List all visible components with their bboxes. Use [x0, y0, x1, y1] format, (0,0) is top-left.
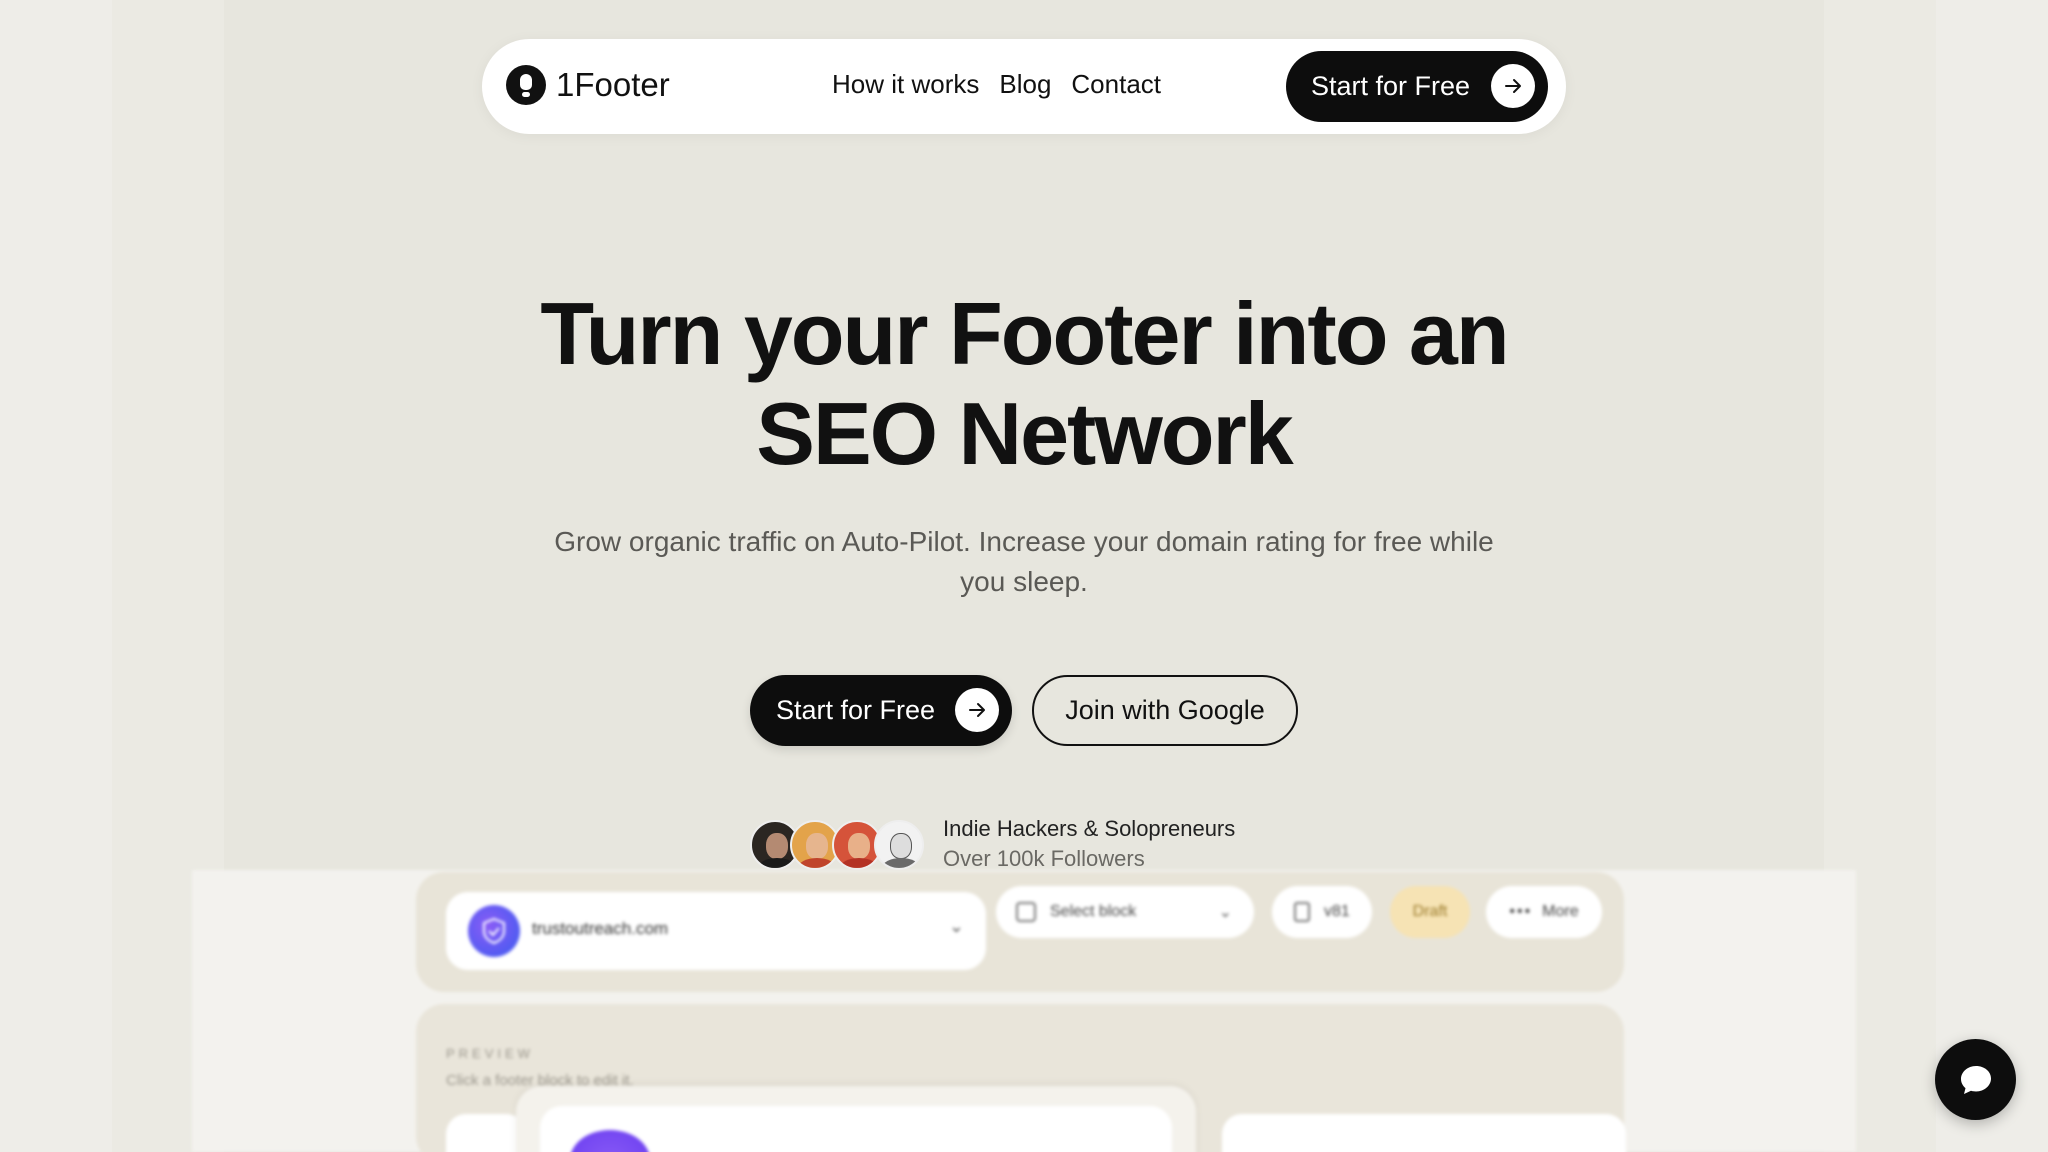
nav-start-free-button[interactable]: Start for Free: [1286, 51, 1548, 122]
hero-subtitle-line2: you sleep.: [960, 566, 1088, 597]
hero-subtitle: Grow organic traffic on Auto-Pilot. Incr…: [530, 522, 1518, 602]
nav-link-blog[interactable]: Blog: [999, 69, 1051, 100]
document-icon: [1294, 902, 1310, 922]
draft-label: Draft: [1412, 903, 1448, 920]
hero-title-line2: SEO Network: [756, 384, 1293, 483]
start-free-label: Start for Free: [776, 695, 936, 725]
version-button[interactable]: v81: [1272, 886, 1372, 938]
join-google-label: Join with Google: [1065, 695, 1265, 725]
arrow-right-icon: [955, 688, 999, 732]
site-name: trustoutreach.com: [532, 919, 669, 938]
app-preview: trustoutreach.com ⌄ Select block ⌄ v81 D…: [192, 870, 1856, 1152]
dots-icon: •••: [1509, 903, 1533, 920]
nav-link-contact[interactable]: Contact: [1071, 69, 1161, 100]
social-proof-title: Indie Hackers & Solopreneurs: [943, 816, 1236, 841]
nav-links: How it works Blog Contact: [832, 69, 1161, 100]
nav-link-how-it-works[interactable]: How it works: [832, 69, 979, 100]
footer-block-content: [540, 1106, 1172, 1152]
select-block-label: Select block: [1050, 903, 1137, 920]
hero-title-line1: Turn your Footer into an: [540, 284, 1509, 383]
avatar: [874, 820, 924, 870]
chat-icon: [1960, 1065, 1991, 1094]
grid-icon: [1016, 902, 1036, 922]
brand-logo: [570, 1130, 650, 1152]
logo-icon: [506, 65, 546, 105]
draft-status-badge: Draft: [1390, 886, 1470, 938]
arrow-right-icon: [1491, 64, 1535, 108]
start-free-button[interactable]: Start for Free: [750, 675, 1012, 746]
chat-widget-button[interactable]: [1935, 1039, 2016, 1120]
logo[interactable]: 1Footer: [506, 65, 670, 105]
join-google-button[interactable]: Join with Google: [1032, 675, 1298, 746]
footer-block[interactable]: [446, 1114, 526, 1152]
hero-title: Turn your Footer into an SEO Network: [224, 284, 1824, 484]
avatar-group: [750, 820, 926, 872]
site-selector[interactable]: trustoutreach.com ⌄: [446, 892, 986, 970]
top-nav: 1Footer How it works Blog Contact Start …: [482, 39, 1566, 134]
hero-subtitle-line1: Grow organic traffic on Auto-Pilot. Incr…: [554, 526, 1494, 557]
preview-panel: PREVIEW Click a footer block to edit it.: [416, 1004, 1626, 1152]
select-block-dropdown[interactable]: Select block ⌄: [996, 886, 1254, 938]
chevron-down-icon: ⌄: [1218, 904, 1232, 921]
preview-label: PREVIEW: [446, 1046, 534, 1061]
shield-icon: [468, 905, 520, 957]
footer-block-selected[interactable]: [516, 1086, 1196, 1152]
social-proof-text: Indie Hackers & Solopreneurs Over 100k F…: [943, 814, 1235, 874]
more-label: More: [1542, 903, 1579, 920]
logo-text: 1Footer: [556, 66, 670, 103]
preview-toolbar: trustoutreach.com ⌄ Select block ⌄ v81 D…: [416, 872, 1624, 992]
version-label: v81: [1324, 903, 1350, 920]
more-button[interactable]: ••• More: [1486, 886, 1602, 938]
footer-block[interactable]: [1222, 1114, 1626, 1152]
nav-cta-label: Start for Free: [1311, 71, 1471, 101]
chevron-down-icon: ⌄: [948, 916, 964, 936]
